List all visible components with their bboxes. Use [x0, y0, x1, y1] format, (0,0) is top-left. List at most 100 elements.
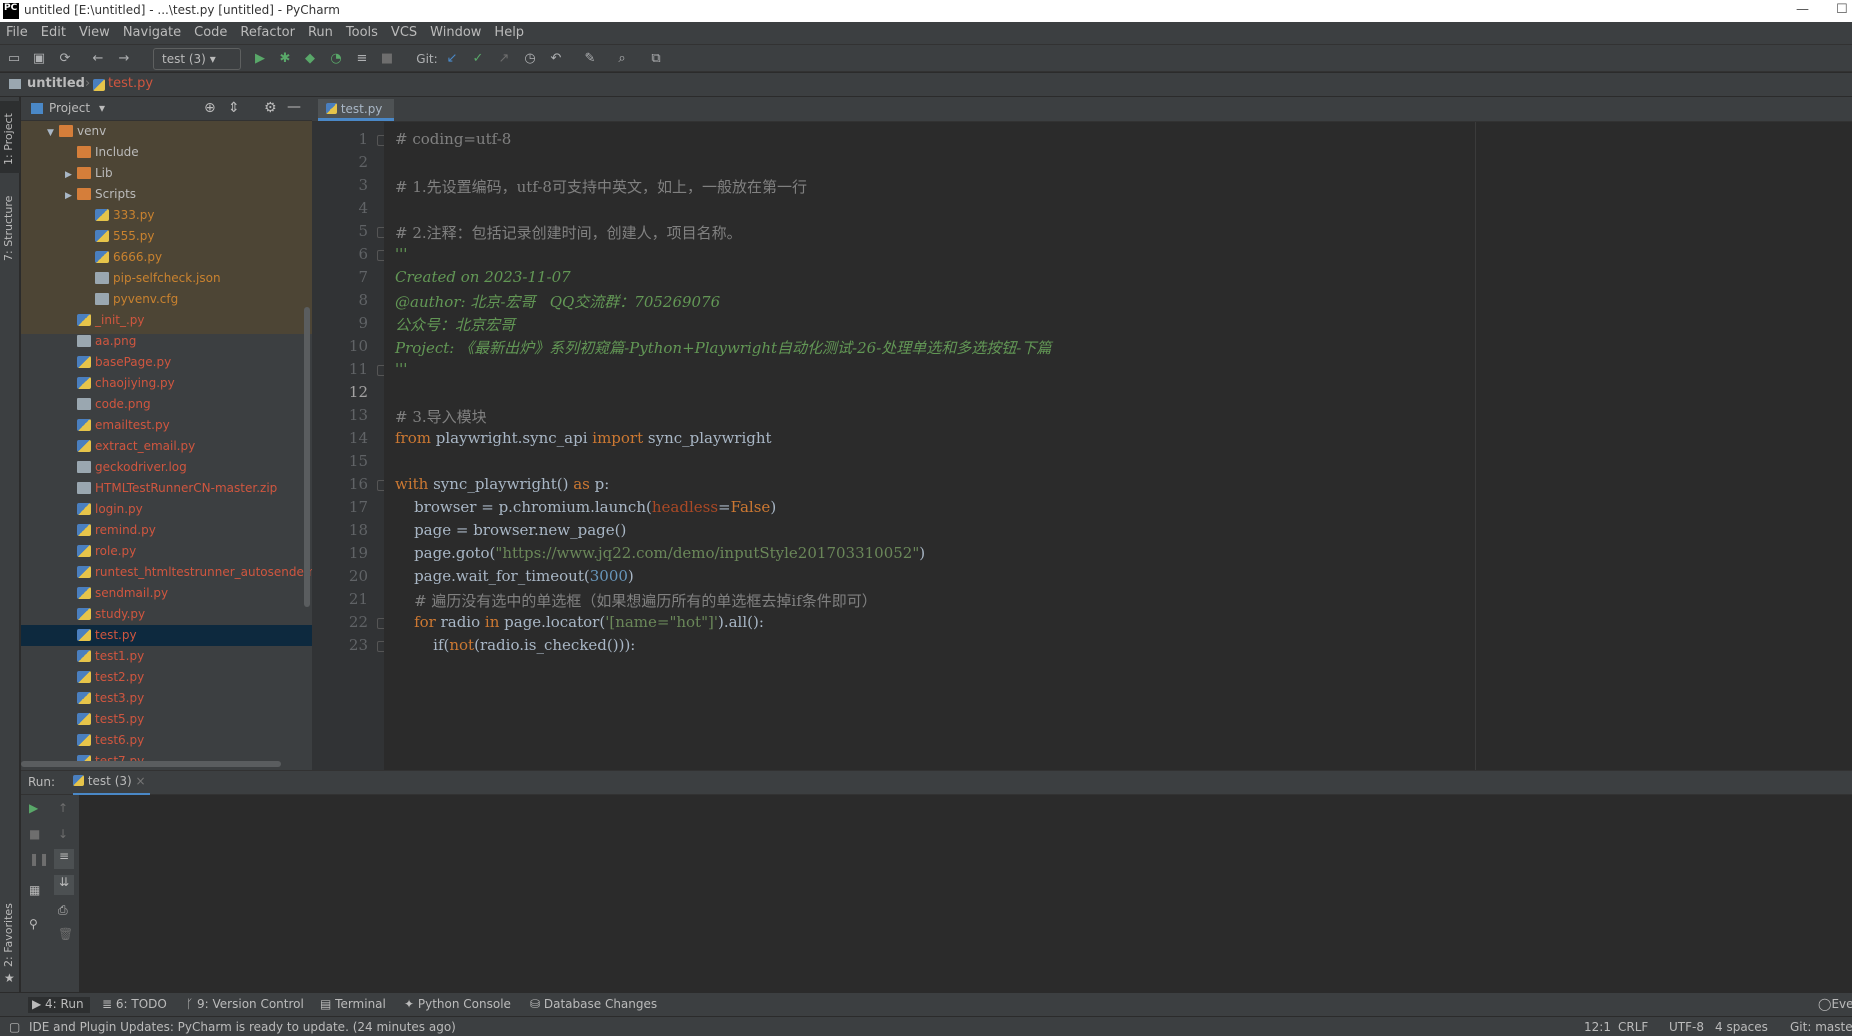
tree-item[interactable]: runtest_htmltestrunner_autosendemail.py: [21, 562, 312, 583]
tree-item[interactable]: chaojiying.py: [21, 373, 312, 394]
tool-run-button[interactable]: ▶ 4: Run: [28, 997, 90, 1013]
menu-run[interactable]: Run: [302, 22, 340, 40]
line-number[interactable]: 7: [312, 268, 368, 286]
breadcrumb-project[interactable]: untitled: [27, 76, 85, 91]
git-push-icon[interactable]: ↗: [495, 50, 513, 68]
project-view-label[interactable]: Project: [49, 101, 90, 115]
expand-arrow-icon[interactable]: ▼: [47, 123, 59, 142]
tree-item[interactable]: remind.py: [21, 520, 312, 541]
line-number[interactable]: 18: [312, 521, 368, 539]
line-separator[interactable]: CRLF: [1618, 1020, 1648, 1034]
tree-item[interactable]: emailtest.py: [21, 415, 312, 436]
tree-item[interactable]: ▼ venv: [21, 121, 312, 142]
tree-item[interactable]: test2.py: [21, 667, 312, 688]
project-tool-button[interactable]: 1: Project: [0, 101, 20, 173]
down-arrow-icon[interactable]: ↓: [58, 827, 68, 841]
tree-item[interactable]: 333.py: [21, 205, 312, 226]
tool-todo-button[interactable]: ≣ 6: TODO: [102, 997, 167, 1011]
line-number[interactable]: 21: [312, 590, 368, 608]
tree-item[interactable]: ▶ Lib: [21, 163, 312, 184]
tree-item[interactable]: study.py: [21, 604, 312, 625]
line-number[interactable]: 5: [312, 222, 368, 240]
event-log-button[interactable]: ◯Eve: [1818, 997, 1852, 1011]
tree-item[interactable]: role.py: [21, 541, 312, 562]
breadcrumb-file[interactable]: test.py: [108, 76, 153, 91]
stop-icon[interactable]: ■: [29, 827, 40, 841]
status-toggle-icon[interactable]: ▢: [9, 1020, 20, 1034]
line-number[interactable]: 19: [312, 544, 368, 562]
tool-database-changes-button[interactable]: ⛁ Database Changes: [530, 997, 657, 1011]
git-commit-icon[interactable]: ✓: [469, 50, 487, 68]
scroll-to-end-icon[interactable]: ⇊: [54, 875, 74, 895]
concurrency-icon[interactable]: ≡: [353, 50, 371, 68]
line-number[interactable]: 22: [312, 613, 368, 631]
soft-wrap-icon[interactable]: ≡: [54, 849, 74, 869]
search-icon[interactable]: ⌕: [613, 50, 631, 68]
menu-refactor[interactable]: Refactor: [234, 22, 302, 40]
line-number[interactable]: 2: [312, 153, 368, 171]
tree-item[interactable]: 555.py: [21, 226, 312, 247]
line-number[interactable]: 9: [312, 314, 368, 332]
code-editor[interactable]: # coding=utf-8 # 1.先设置编码，utf-8可支持中英文，如上，一…: [384, 122, 1852, 770]
tree-item[interactable]: pyvenv.cfg: [21, 289, 312, 310]
line-number[interactable]: 6: [312, 245, 368, 263]
layout-icon[interactable]: ▦: [29, 883, 40, 897]
close-icon[interactable]: ×: [136, 774, 146, 788]
tree-item[interactable]: basePage.py: [21, 352, 312, 373]
editor-tab-test-py[interactable]: test.py ×: [318, 99, 394, 136]
run-console-output[interactable]: [79, 795, 1852, 992]
profile-icon[interactable]: ◔: [327, 50, 345, 68]
tree-item[interactable]: test7.py: [21, 751, 312, 761]
pin-icon[interactable]: ⚲: [29, 917, 38, 931]
tree-item[interactable]: login.py: [21, 499, 312, 520]
line-number[interactable]: 14: [312, 429, 368, 447]
save-icon[interactable]: ▣: [30, 50, 48, 68]
sync-icon[interactable]: ⟳: [56, 50, 74, 68]
line-number[interactable]: 12: [312, 383, 368, 401]
tree-item[interactable]: test5.py: [21, 709, 312, 730]
gear-icon[interactable]: ⚙: [264, 100, 277, 116]
line-number[interactable]: 4: [312, 199, 368, 217]
file-encoding[interactable]: UTF-8: [1669, 1020, 1704, 1034]
tree-item[interactable]: test.py: [21, 625, 312, 646]
revert-icon[interactable]: ↶: [547, 50, 565, 68]
tree-item[interactable]: test3.py: [21, 688, 312, 709]
menu-vcs[interactable]: VCS: [385, 22, 424, 40]
menu-navigate[interactable]: Navigate: [117, 22, 188, 40]
menu-help[interactable]: Help: [488, 22, 531, 40]
tree-item[interactable]: _init_.py: [21, 310, 312, 331]
menu-edit[interactable]: Edit: [35, 22, 73, 40]
locate-icon[interactable]: ⊕: [204, 100, 216, 116]
caret-position[interactable]: 12:1: [1584, 1020, 1611, 1034]
line-number[interactable]: 15: [312, 452, 368, 470]
line-number[interactable]: 1: [312, 130, 368, 148]
debug-icon[interactable]: ✱: [276, 50, 294, 68]
settings-wrench-icon[interactable]: ✎: [581, 50, 599, 68]
maximize-icon[interactable]: ☐: [1836, 2, 1848, 17]
open-folder-icon[interactable]: ▭: [5, 50, 23, 68]
tree-item[interactable]: test1.py: [21, 646, 312, 667]
minimize-icon[interactable]: —: [1796, 2, 1809, 17]
tree-item[interactable]: pip-selfcheck.json: [21, 268, 312, 289]
tree-item[interactable]: HTMLTestRunnerCN-master.zip: [21, 478, 312, 499]
structure-tool-button[interactable]: 7: Structure: [0, 187, 20, 267]
tree-item[interactable]: geckodriver.log: [21, 457, 312, 478]
stop-icon[interactable]: ■: [378, 50, 396, 68]
line-number[interactable]: 8: [312, 291, 368, 309]
tree-item[interactable]: 6666.py: [21, 247, 312, 268]
sdk-manager-icon[interactable]: ⧉: [647, 50, 665, 68]
back-icon[interactable]: ←: [89, 50, 107, 68]
line-number[interactable]: 20: [312, 567, 368, 585]
menu-code[interactable]: Code: [188, 22, 234, 40]
git-update-icon[interactable]: ↙: [443, 50, 461, 68]
tree-item[interactable]: ▶ Scripts: [21, 184, 312, 205]
indent-setting[interactable]: 4 spaces: [1715, 1020, 1768, 1034]
coverage-icon[interactable]: ◆: [301, 50, 319, 68]
line-number[interactable]: 23: [312, 636, 368, 654]
pause-icon[interactable]: ❚❚: [29, 852, 49, 866]
up-arrow-icon[interactable]: ↑: [58, 801, 68, 815]
tree-item[interactable]: Include: [21, 142, 312, 163]
line-number[interactable]: 13: [312, 406, 368, 424]
line-number[interactable]: 16: [312, 475, 368, 493]
collapse-arrow-icon[interactable]: ▶: [65, 186, 77, 205]
